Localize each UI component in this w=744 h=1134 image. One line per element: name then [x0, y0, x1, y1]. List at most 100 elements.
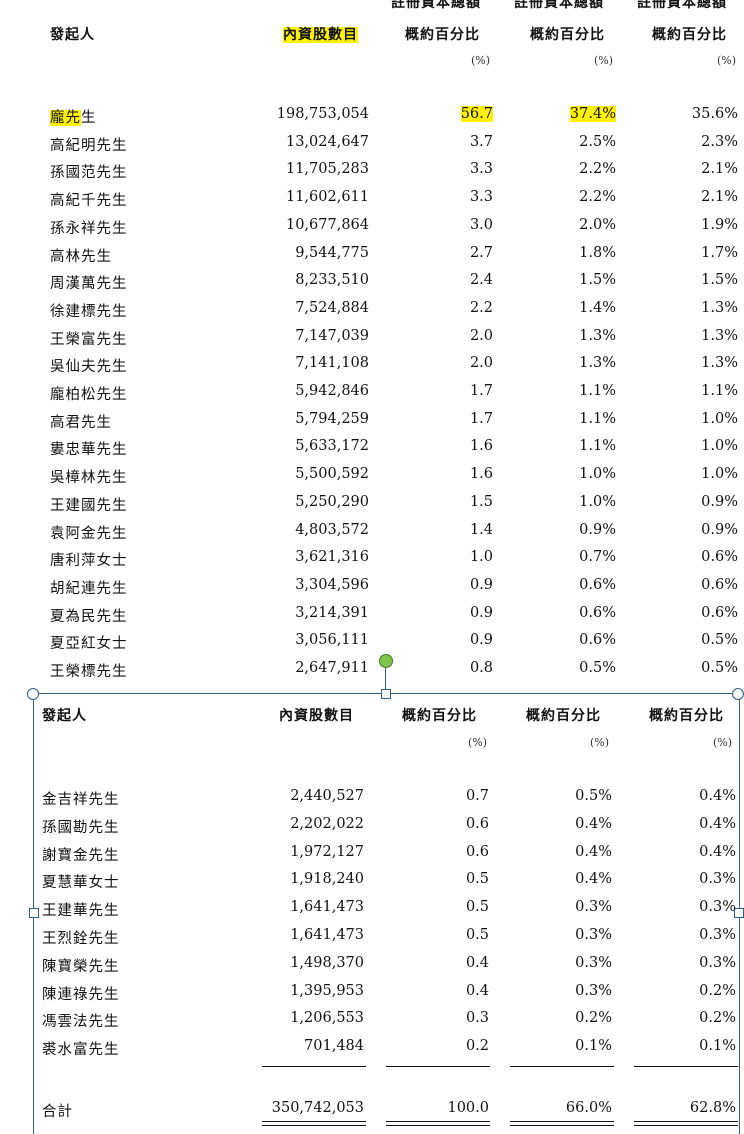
table-row: 孫永祥先生 10,677,864 3.0 2.0% 1.9%: [0, 217, 744, 243]
row-pct-2: 1.8%: [579, 244, 616, 261]
row-name: 金吉祥先生: [42, 792, 120, 808]
row-pct-3: 0.2%: [699, 982, 736, 999]
row-pct-3: 0.3%: [699, 871, 736, 888]
row-name: 唐利萍女士: [50, 553, 128, 570]
row-name: 徐建標先生: [50, 303, 128, 320]
row-pct-3: 0.4%: [699, 815, 736, 832]
row-pct-2: 0.4%: [575, 871, 612, 888]
row-pct-2: 0.4%: [575, 815, 612, 832]
table-row: 陳連祿先生 1,395,953 0.4 0.3% 0.2%: [0, 983, 744, 1009]
row-pct-2: 0.3%: [575, 954, 612, 971]
name-rest: 生: [81, 110, 97, 126]
row-pct-2: 2.2%: [579, 189, 616, 206]
row-pct-1: 0.8: [469, 660, 493, 676]
bottom-unit-col5: (%): [713, 736, 733, 749]
row-pct-1: 1.4: [469, 521, 493, 538]
name-highlight: 龐先: [50, 110, 81, 126]
bottom-header-col5: 概約百分比: [649, 708, 724, 724]
resize-handle-top-left[interactable]: [27, 688, 39, 700]
row-name: 夏亞紅女士: [50, 636, 128, 653]
row-pct-1: 2.0: [469, 327, 493, 344]
row-pct-3: 35.6%: [691, 106, 738, 122]
row-name: 陳連祿先生: [42, 986, 120, 1003]
row-name: 孫國勘先生: [42, 819, 120, 836]
row-pct-1: 3.7: [469, 133, 493, 150]
resize-handle-top-right[interactable]: [732, 688, 744, 700]
table-row: 吳仙夫先生 7,141,108 2.0 1.3% 1.3%: [0, 355, 744, 381]
table-row: 王榮標先生 2,647,911 0.8 0.5% 0.5%: [0, 660, 744, 686]
table-row: 謝寶金先生 1,972,127 0.6 0.4% 0.4%: [0, 844, 744, 870]
row-pct-1: 0.9: [469, 632, 493, 649]
row-name: 孫永祥先生: [50, 220, 128, 237]
row-pct-2: 1.1%: [579, 383, 616, 399]
row-pct-3: 1.3%: [701, 355, 738, 372]
table-row: 王榮富先生 7,147,039 2.0 1.3% 1.3%: [0, 328, 744, 354]
table-row: 高紀明先生 13,024,647 3.7 2.5% 2.3%: [0, 134, 744, 160]
row-name: 謝寶金先生: [42, 847, 120, 864]
row-shares: 1,918,240: [290, 871, 364, 888]
row-pct-2: 1.4%: [579, 299, 616, 316]
row-pct-2: 0.6%: [579, 576, 616, 593]
row-shares: 3,621,316: [295, 549, 369, 566]
row-name: 胡紀連先生: [50, 580, 128, 597]
total-rule-col4: [510, 1121, 614, 1126]
row-pct-1: 0.5: [465, 927, 489, 943]
header-shares-text: 內資股數目: [283, 27, 358, 43]
row-shares: 9,544,775: [295, 244, 369, 261]
row-shares: 1,972,127: [290, 843, 364, 860]
header-col5-line1: 註冊資本總額: [637, 0, 727, 11]
row-pct-2: 2.2%: [579, 161, 616, 178]
table-row: 王建華先生 1,641,473 0.5 0.3% 0.3%: [0, 899, 744, 925]
row-shares: 11,705,283: [285, 161, 369, 178]
row-shares: 3,214,391: [295, 604, 369, 621]
resize-handle-top-middle[interactable]: [381, 689, 391, 699]
row-pct-1: 2.2: [469, 299, 493, 316]
row-shares: 5,633,172: [295, 438, 369, 455]
row-pct-3: 0.3%: [699, 954, 736, 971]
subtotal-rule-col5: [634, 1066, 738, 1067]
row-pct-2: 1.1%: [579, 438, 616, 455]
row-pct-2: 0.2%: [575, 1010, 612, 1027]
header-col3-line1: 註冊資本總額: [391, 0, 481, 11]
row-pct-3: 0.3%: [699, 899, 736, 916]
row-shares: 5,250,290: [295, 493, 369, 510]
row-name: 王烈銓先生: [42, 931, 120, 947]
row-pct-1: 1.0: [469, 549, 493, 566]
row-shares: 5,942,846: [295, 383, 369, 399]
row-pct-3: 0.3%: [699, 927, 736, 943]
row-pct-1: 0.9: [469, 576, 493, 593]
row-name: 王建國先生: [50, 497, 128, 514]
row-shares: 1,641,473: [290, 899, 364, 916]
row-shares: 5,500,592: [295, 466, 369, 483]
row-name: 王建華先生: [42, 903, 120, 920]
row-name: 馮雲法先生: [42, 1014, 120, 1031]
bottom-header-promoter: 發起人: [42, 708, 87, 724]
row-name: 高紀明先生: [50, 137, 128, 154]
header-col4-line2: 概約百分比: [530, 27, 605, 43]
row-pct-1: 3.3: [469, 161, 493, 178]
row-name: 王榮富先生: [50, 331, 128, 348]
row-shares: 1,206,553: [290, 1010, 364, 1027]
row-pct-2: 0.3%: [575, 899, 612, 916]
rotate-handle[interactable]: [379, 654, 393, 668]
row-pct-1: 1.7: [469, 410, 493, 427]
unit-col5: (%): [717, 54, 737, 67]
row-pct-2: 1.0%: [579, 493, 616, 510]
row-shares: 7,147,039: [295, 327, 369, 344]
bottom-header-shares: 內資股數目: [279, 708, 354, 724]
row-pct-3: 1.3%: [701, 299, 738, 316]
row-pct-1: 2.0: [469, 355, 493, 372]
row-pct-3: 0.9%: [701, 521, 738, 538]
row-pct-1: 0.6: [465, 843, 489, 860]
row-pct-2: 1.3%: [579, 355, 616, 372]
header-col4-line1: 註冊資本總額: [514, 0, 604, 11]
row-pct-3: 0.1%: [699, 1038, 736, 1055]
row-pct-1: 3.0: [469, 216, 493, 233]
subtotal-rule-col4: [510, 1066, 614, 1067]
row-pct-2: 2.0%: [579, 216, 616, 233]
row-name: 孫國范先生: [50, 165, 128, 182]
table-row: 夏亞紅女士 3,056,111 0.9 0.6% 0.5%: [0, 632, 744, 658]
header-shares: 內資股數目: [283, 24, 358, 44]
row-pct-3: 0.9%: [701, 493, 738, 510]
row-pct-2: 0.3%: [575, 982, 612, 999]
